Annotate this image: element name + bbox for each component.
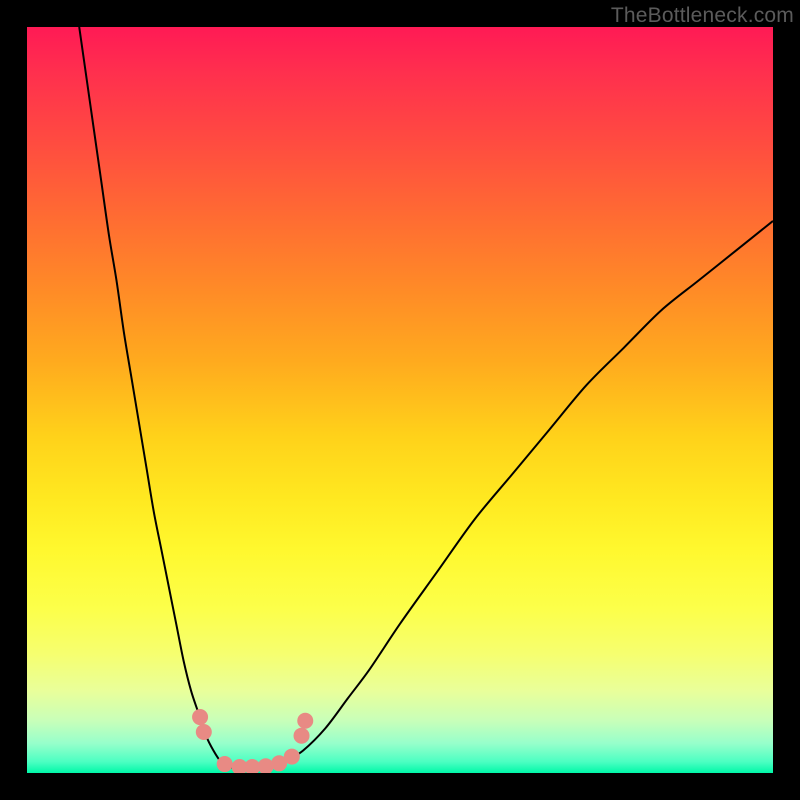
highlight-dot xyxy=(192,709,208,725)
curve-left-branch xyxy=(79,27,228,767)
highlight-dot xyxy=(196,724,212,740)
chart-frame: TheBottleneck.com xyxy=(0,0,800,800)
highlight-dot xyxy=(258,758,274,773)
curve-right-branch xyxy=(288,221,773,760)
curve-group xyxy=(79,27,773,769)
chart-svg xyxy=(27,27,773,773)
highlight-dot xyxy=(294,728,310,744)
watermark-label: TheBottleneck.com xyxy=(611,4,794,28)
highlight-dot xyxy=(284,749,300,765)
highlight-dots xyxy=(192,709,313,773)
plot-area xyxy=(27,27,773,773)
highlight-dot xyxy=(217,756,233,772)
highlight-dot xyxy=(297,713,313,729)
